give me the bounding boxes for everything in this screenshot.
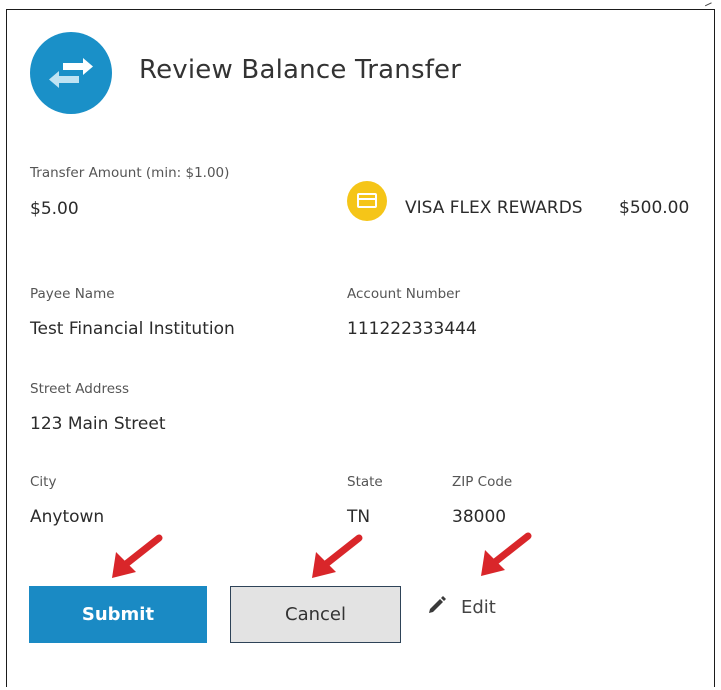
transfer-arrows-icon xyxy=(30,32,112,114)
state-value: TN xyxy=(347,507,371,527)
cancel-button[interactable]: Cancel xyxy=(230,586,401,643)
state-label: State xyxy=(347,474,383,490)
edit-button[interactable]: Edit xyxy=(427,595,496,620)
card-balance: $500.00 xyxy=(619,198,690,218)
corner-mark xyxy=(703,0,712,7)
account-number-label: Account Number xyxy=(347,286,461,302)
payee-name-label: Payee Name xyxy=(30,286,115,302)
transfer-amount-label: Transfer Amount (min: $1.00) xyxy=(30,165,230,181)
transfer-amount-value: $5.00 xyxy=(30,199,79,219)
annotation-arrow-edit xyxy=(481,532,532,576)
credit-card-icon xyxy=(347,181,387,221)
page-title: Review Balance Transfer xyxy=(139,55,462,85)
annotation-arrow-submit xyxy=(112,534,163,578)
city-label: City xyxy=(30,474,57,490)
payee-name-value: Test Financial Institution xyxy=(30,319,235,339)
zip-code-value: 38000 xyxy=(452,507,507,527)
pencil-icon xyxy=(427,595,447,620)
street-address-label: Street Address xyxy=(30,381,130,397)
card-name: VISA FLEX REWARDS xyxy=(405,198,583,218)
city-value: Anytown xyxy=(30,507,105,527)
annotation-arrow-cancel xyxy=(312,534,363,578)
edit-label: Edit xyxy=(461,597,496,618)
account-number-value: 111222333444 xyxy=(347,319,477,339)
submit-button[interactable]: Submit xyxy=(29,586,207,643)
zip-code-label: ZIP Code xyxy=(452,474,513,490)
street-address-value: 123 Main Street xyxy=(30,414,166,434)
